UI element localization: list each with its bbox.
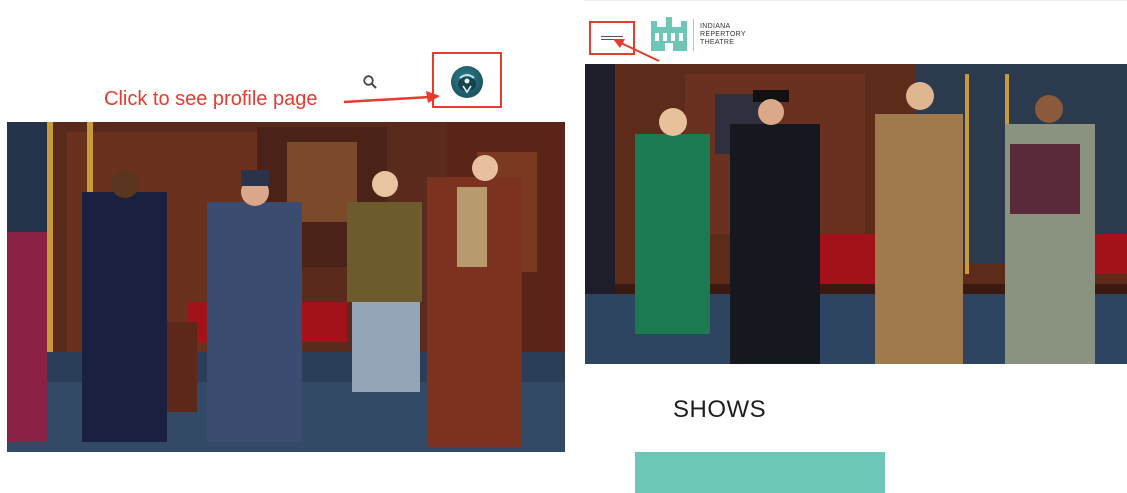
right-panel-screenshot: INDIANA REPERTORY THEATRE SHOWS: [583, 0, 1127, 493]
hero-stage-photo: [7, 122, 565, 452]
annotation-arrow: [343, 91, 440, 104]
logo-line-1: INDIANA: [700, 23, 731, 30]
shows-card[interactable]: [635, 452, 885, 493]
hero-stage-photo-right: [585, 64, 1127, 364]
logo-line-3: THEATRE: [700, 39, 735, 46]
menu-annotation-arrow: [613, 39, 660, 62]
shows-heading: SHOWS: [673, 396, 767, 423]
site-header: INDIANA REPERTORY THEATRE: [583, 0, 1127, 65]
logo-line-2: REPERTORY: [700, 31, 746, 38]
left-panel-screenshot: Click to see profile page: [0, 0, 575, 493]
logo-wordmark: INDIANA REPERTORY THEATRE: [700, 23, 746, 47]
